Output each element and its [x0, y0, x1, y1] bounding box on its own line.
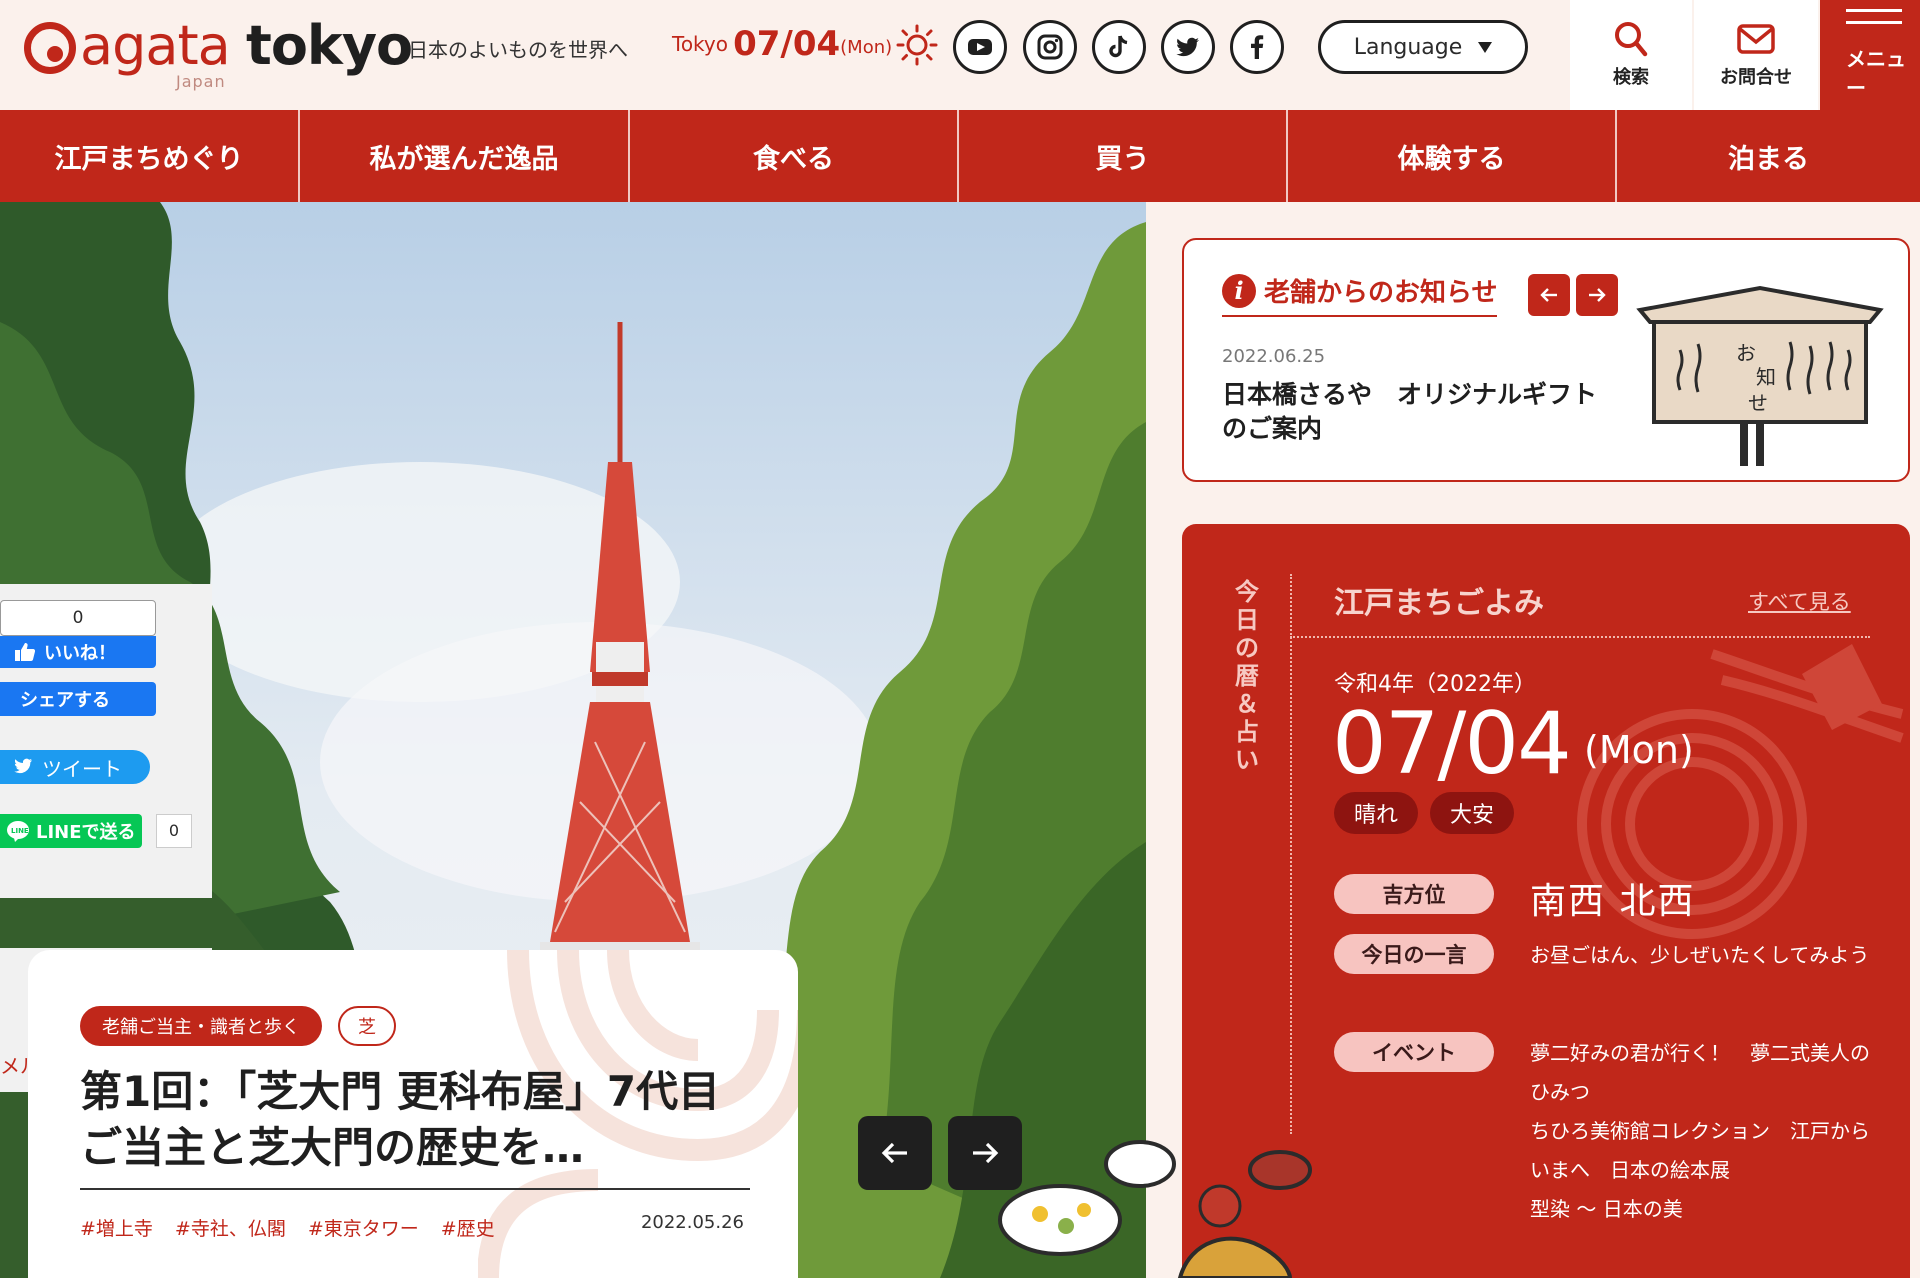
line-send-label: LINEで送る: [36, 822, 136, 843]
divider: [1290, 636, 1870, 638]
category-tag[interactable]: 老舗ご当主・識者と歩く: [80, 1006, 322, 1046]
nav-selected-items[interactable]: 私が選んだ逸品: [300, 110, 630, 202]
menu-button[interactable]: メニュー: [1820, 0, 1920, 110]
daily-word-label: 今日の一言: [1334, 934, 1494, 974]
info-icon: i: [1222, 273, 1256, 308]
weather-badge: 晴れ: [1334, 792, 1419, 834]
contact-button[interactable]: お問合せ: [1694, 0, 1818, 110]
event-label: イベント: [1334, 1032, 1494, 1072]
notice-next-button[interactable]: [1576, 274, 1618, 316]
hero-slider: 0 いいね！ シェアする ツイート LINE LINEで送る 0 @ メルマガを…: [0, 202, 1146, 1278]
svg-text:知: 知: [1756, 365, 1776, 389]
logo-mark-icon: [24, 22, 76, 74]
event-item[interactable]: 夢二好みの君が行く！ 夢二式美人のひみつ: [1530, 1034, 1870, 1112]
sun-icon: [896, 24, 938, 66]
arrow-right-icon: [1589, 288, 1606, 302]
main-nav: 江戸まちめぐり 私が選んだ逸品 食べる 買う 体験する 泊まる: [0, 110, 1920, 202]
feature-title[interactable]: 第1回：「芝大門 更科布屋」7代目ご当主と芝大門の歴史を…: [80, 1064, 750, 1190]
svg-text:お: お: [1736, 341, 1756, 365]
hashtag[interactable]: #寺社、仏閣: [175, 1214, 286, 1241]
divider: [1290, 574, 1292, 1134]
calendar-see-all-link[interactable]: すべて見る: [1748, 586, 1851, 616]
twitter-icon[interactable]: [1161, 20, 1215, 74]
arrow-left-icon: [1540, 288, 1557, 302]
instagram-icon[interactable]: [1023, 20, 1077, 74]
header-city: Tokyo: [672, 32, 728, 56]
twitter-bird-icon: [14, 758, 33, 774]
search-label: 検索: [1613, 67, 1649, 88]
lucky-direction-value: 南西 北西: [1530, 881, 1696, 922]
hamburger-icon: [1846, 9, 1902, 33]
facebook-icon[interactable]: [1230, 20, 1284, 74]
tweet-button[interactable]: ツイート: [0, 750, 150, 784]
tweet-label: ツイート: [42, 756, 122, 781]
facebook-like-button[interactable]: いいね！: [0, 636, 156, 668]
notice-board-illustration: お 知 せ: [1636, 285, 1884, 466]
menu-label: メニュー: [1846, 47, 1906, 100]
thumbs-up-icon: [15, 643, 36, 661]
daily-word-value: お昼ごはん、少しぜいたくしてみよう: [1530, 943, 1870, 967]
event-list: 夢二好みの君が行く！ 夢二式美人のひみつ ちひろ美術館コレクション 江戸からいま…: [1530, 1034, 1870, 1229]
feature-article-card[interactable]: 老舗ご当主・識者と歩く 芝 第1回：「芝大門 更科布屋」7代目ご当主と芝大門の歴…: [28, 950, 798, 1278]
nav-edo-machimeguri[interactable]: 江戸まちめぐり: [0, 110, 300, 202]
food-illustration: [998, 1140, 1312, 1278]
contact-label: お問合せ: [1720, 67, 1792, 88]
logo-tokyo: tokyo: [246, 14, 413, 77]
calendar-title: 江戸まちごよみ: [1334, 586, 1544, 621]
line-icon: LINE: [7, 821, 29, 842]
language-select[interactable]: Language: [1318, 20, 1528, 74]
line-send-button[interactable]: LINE LINEで送る: [0, 814, 142, 848]
feature-date: 2022.05.26: [640, 1212, 744, 1233]
area-tag[interactable]: 芝: [338, 1006, 396, 1046]
notice-title: 老舗からのお知らせ: [1264, 278, 1498, 308]
feature-tags-row: 老舗ご当主・識者と歩く 芝: [80, 1006, 396, 1046]
search-icon: [1615, 22, 1648, 57]
svg-text:LINE: LINE: [11, 827, 29, 835]
search-button[interactable]: 検索: [1570, 0, 1692, 110]
calendar-day-of-week: (Mon): [1584, 728, 1694, 772]
arrow-left-icon: [881, 1142, 907, 1164]
calendar-vertical-label: 今日の暦＆占い: [1235, 578, 1259, 774]
language-label: Language: [1353, 34, 1463, 60]
lucky-direction-label: 吉方位: [1334, 874, 1494, 914]
notice-header: i 老舗からのお知らせ: [1222, 272, 1498, 317]
calendar-date: 07/04: [1332, 694, 1572, 794]
line-share-count: 0: [156, 814, 192, 848]
nav-buy[interactable]: 買う: [959, 110, 1288, 202]
caret-down-icon: [1478, 41, 1493, 53]
nav-eat[interactable]: 食べる: [630, 110, 959, 202]
hero-prev-button[interactable]: [858, 1116, 932, 1190]
event-item[interactable]: 型染 〜 日本の美: [1530, 1190, 1870, 1229]
logo-agata: agata: [80, 14, 231, 77]
hashtag[interactable]: #東京タワー: [308, 1214, 419, 1241]
site-tagline: 日本のよいものを世界へ: [408, 38, 628, 62]
header-month-day: 07/04: [733, 24, 841, 64]
shop-notice-card: i 老舗からのお知らせ 2022.06.25 日本橋さるや オリジナルギフトのご…: [1182, 238, 1910, 482]
youtube-icon[interactable]: [953, 20, 1007, 74]
site-header: agata tokyo Japan 日本のよいものを世界へ Tokyo 07/0…: [0, 0, 1920, 110]
rokuyo-badge: 大安: [1430, 792, 1515, 834]
header-day-of-week: (Mon): [840, 37, 893, 58]
notice-prev-button[interactable]: [1528, 274, 1570, 316]
nav-stay[interactable]: 泊まる: [1617, 110, 1920, 202]
notice-link[interactable]: 日本橋さるや オリジナルギフトのご案内: [1222, 378, 1612, 446]
mail-icon: [1737, 24, 1775, 54]
facebook-like-count: 0: [0, 600, 156, 636]
notice-date: 2022.06.25: [1222, 346, 1326, 367]
event-item[interactable]: ちひろ美術館コレクション 江戸からいまへ 日本の絵本展: [1530, 1112, 1870, 1190]
social-share-panel: 0 いいね！ シェアする ツイート LINE LINEで送る 0: [0, 584, 212, 898]
tiktok-icon[interactable]: [1092, 20, 1146, 74]
facebook-share-button[interactable]: シェアする: [0, 682, 156, 716]
feature-hashtags: #増上寺 #寺社、仏閣 #東京タワー #歴史: [80, 1214, 495, 1241]
svg-text:せ: せ: [1748, 391, 1768, 415]
header-date: Tokyo 07/04(Mon): [672, 24, 892, 64]
logo-japan: Japan: [176, 72, 226, 91]
site-logo[interactable]: agata tokyo Japan: [24, 14, 413, 91]
hashtag[interactable]: #増上寺: [80, 1214, 153, 1241]
hashtag[interactable]: #歴史: [441, 1214, 495, 1241]
facebook-like-label: いいね！: [44, 643, 116, 664]
nav-experience[interactable]: 体験する: [1288, 110, 1617, 202]
